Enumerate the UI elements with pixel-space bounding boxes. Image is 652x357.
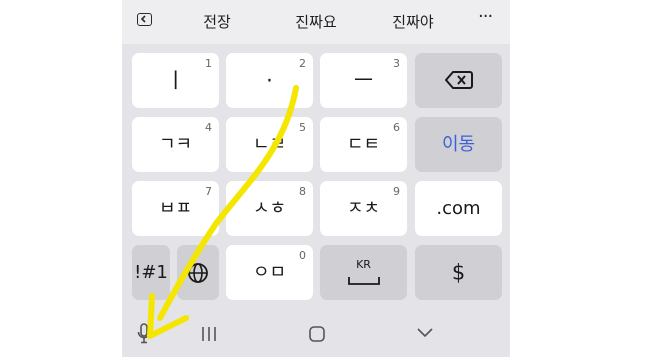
backspace-icon [445,71,473,89]
key-b-p[interactable]: 7 ㅂㅍ [132,181,219,236]
key-number: 6 [393,121,400,134]
key-number: 8 [299,185,306,198]
key-number: 0 [299,249,306,262]
key-label: ㄷㅌ [346,133,381,155]
backspace-key[interactable] [415,53,502,108]
key-label: ㄴㄹ [252,133,287,155]
key-label: ㅈㅊ [346,197,381,219]
navigation-bar [122,315,510,357]
language-key[interactable] [177,245,219,300]
key-label: ㅂㅍ [158,197,193,219]
key-label: ㅇㅁ [252,261,287,283]
key-number: 2 [299,57,306,70]
space-icon [348,277,380,285]
key-j-ch[interactable]: 9 ㅈㅊ [320,181,407,236]
key-eu[interactable]: 3 ㅡ [320,53,407,108]
dollar-key[interactable]: $ [415,245,502,300]
key-label: 이동 [441,133,476,155]
key-label: ㅅㅎ [252,197,287,219]
key-label: ㄱㅋ [158,133,193,155]
key-label: ㅡ [353,68,374,92]
key-number: 9 [393,185,400,198]
key-n-r[interactable]: 5 ㄴㄹ [226,117,313,172]
key-number: 4 [205,121,212,134]
space-language-label: KR [356,258,371,271]
key-label: .com [436,197,481,219]
key-number: 7 [205,185,212,198]
suggestion-item[interactable]: 진짜야 [368,11,458,32]
more-horizontal-icon: ··· [478,6,493,27]
space-key[interactable]: KR [320,245,407,300]
key-number: 5 [299,121,306,134]
key-label: ㅣ [165,68,186,92]
globe-icon [188,263,208,283]
collapse-button[interactable] [137,13,152,26]
back-down-chevron-icon[interactable] [416,327,434,339]
key-number: 1 [205,57,212,70]
key-label: !#1 [134,261,168,283]
more-options-button[interactable]: ··· [478,6,493,27]
key-ng-m[interactable]: 0 ㅇㅁ [226,245,313,300]
key-number: 3 [393,57,400,70]
recent-apps-icon[interactable] [201,325,217,343]
mic-icon[interactable] [137,323,151,345]
key-g-k[interactable]: 4 ㄱㅋ [132,117,219,172]
keyboard: 전장 진짜요 진짜야 ··· 1 ㅣ 2 · 3 ㅡ 4 ㄱㅋ 5 ㄴㄹ 6 ㄷ… [122,0,510,357]
key-label: · [266,68,273,92]
chevron-left-icon [140,15,146,23]
move-key[interactable]: 이동 [415,117,502,172]
home-icon[interactable] [308,325,326,343]
suggestion-item[interactable]: 진짜요 [271,11,361,32]
suggestion-bar: 전장 진짜요 진짜야 ··· [122,0,510,44]
key-dot[interactable]: 2 · [226,53,313,108]
symbols-key[interactable]: !#1 [132,245,170,300]
key-label: $ [451,260,466,284]
key-d-t[interactable]: 6 ㄷㅌ [320,117,407,172]
key-s-h[interactable]: 8 ㅅㅎ [226,181,313,236]
dot-com-key[interactable]: .com [415,181,502,236]
key-i[interactable]: 1 ㅣ [132,53,219,108]
suggestion-item[interactable]: 전장 [172,11,262,32]
